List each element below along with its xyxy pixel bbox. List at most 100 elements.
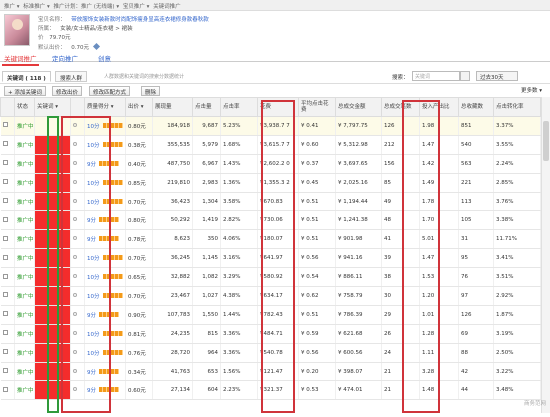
row-checkbox[interactable]	[0, 248, 15, 269]
keyword-cell[interactable]	[34, 173, 71, 193]
table-row[interactable]: 推广中 10分 0.70元 36,423 1,304 3.58% ¥670.83 ¥ 0.51…	[0, 192, 541, 212]
tab-targeted-promotion[interactable]: 定向推广	[50, 52, 80, 64]
keyword-cell[interactable]	[34, 343, 71, 363]
quality-score[interactable]: 9分	[84, 154, 126, 174]
breadcrumb-item[interactable]: 推广计划：推广 (无线端) ▾	[54, 4, 120, 10]
bid-value[interactable]: 0.60元	[125, 380, 153, 401]
checkbox[interactable]	[2, 198, 8, 203]
edit-icon[interactable]	[92, 42, 100, 51]
checkbox[interactable]	[2, 179, 8, 185]
bid-value[interactable]: 0.70元	[125, 248, 153, 269]
keyword-cell[interactable]	[34, 154, 71, 174]
search-input[interactable]: 关键词	[412, 71, 460, 81]
quality-score[interactable]: 10分	[84, 248, 126, 269]
table-row[interactable]: 推广中 9分 0.80元 50,292 1,419 2.82% ¥730.06 ¥ 0.51 ¥…	[0, 210, 541, 231]
row-checkbox[interactable]	[0, 210, 15, 231]
bid-value[interactable]: 0.65元	[125, 267, 153, 288]
keyword-cell[interactable]	[34, 135, 71, 155]
table-row[interactable]: 推广中 10分 0.80元 184,918 9,687 5.23% ¥3,938.7 7 ¥ …	[0, 116, 541, 136]
keyword-cell[interactable]	[34, 210, 71, 231]
checkbox[interactable]	[2, 216, 8, 222]
bid-value[interactable]: 0.34元	[125, 362, 153, 382]
tab-search-crowd[interactable]: 搜索人群	[55, 71, 88, 82]
checkbox[interactable]	[2, 235, 8, 241]
keyword-cell[interactable]	[34, 248, 71, 269]
row-checkbox[interactable]	[0, 192, 15, 212]
row-checkbox[interactable]	[0, 154, 15, 174]
row-checkbox[interactable]	[0, 362, 15, 382]
col-bid[interactable]: 出价 ▾	[125, 97, 153, 117]
quality-score[interactable]: 10分	[84, 135, 126, 155]
checkbox[interactable]	[2, 141, 8, 147]
product-title[interactable]: 带放服饰女装新款时尚配饰瘦身显高连衣裙修身款春秋款	[71, 17, 209, 23]
col-ctr[interactable]: 点击率	[220, 97, 258, 117]
checkbox[interactable]	[2, 330, 8, 336]
checkbox[interactable]	[2, 122, 8, 128]
row-checkbox[interactable]	[0, 135, 15, 155]
tab-keywords[interactable]: 关键词 ( 118 )	[2, 71, 51, 82]
keyword-cell[interactable]	[34, 380, 71, 401]
keyword-cell[interactable]	[34, 305, 71, 325]
keyword-cell[interactable]	[34, 362, 71, 382]
col-cpc[interactable]: 平均点击花费	[298, 97, 336, 117]
checkbox[interactable]	[2, 386, 8, 392]
keyword-cell[interactable]	[34, 267, 71, 288]
bid-value[interactable]: 0.76元	[125, 343, 153, 363]
bid-value[interactable]: 0.38元	[125, 135, 153, 155]
keyword-cell[interactable]	[34, 324, 71, 344]
col-status[interactable]: 状态	[14, 97, 35, 117]
row-checkbox[interactable]	[0, 343, 15, 363]
checkbox[interactable]	[2, 254, 8, 260]
bid-value[interactable]: 0.70元	[125, 192, 153, 212]
row-checkbox[interactable]	[0, 173, 15, 193]
quality-score[interactable]: 9分	[84, 229, 126, 250]
table-row[interactable]: 推广中 9分 0.78元 8,623 350 4.06% ¥180.07 ¥ 0.51 ¥ 90…	[0, 229, 541, 250]
row-checkbox[interactable]	[0, 267, 15, 288]
checkbox[interactable]	[2, 311, 8, 317]
col-orders[interactable]: 总成交笔数	[381, 97, 420, 117]
checkbox[interactable]	[2, 292, 8, 298]
bid-value[interactable]: 0.80元	[125, 210, 153, 231]
quality-score[interactable]: 10分	[84, 324, 126, 344]
keyword-cell[interactable]	[34, 286, 71, 306]
product-thumbnail[interactable]	[4, 14, 30, 46]
bid-value[interactable]: 0.40元	[125, 154, 153, 174]
quality-score[interactable]: 10分	[84, 192, 126, 212]
col-cvr[interactable]: 点击转化率	[493, 97, 541, 117]
breadcrumb-item[interactable]: 宝贝推广 ▾	[123, 4, 150, 10]
tab-creative[interactable]: 创意	[96, 52, 113, 64]
bid-value[interactable]: 0.90元	[125, 305, 153, 325]
checkbox[interactable]	[2, 368, 8, 374]
bid-value[interactable]: 0.70元	[125, 286, 153, 306]
modify-price-button[interactable]: 修改出价	[52, 86, 83, 96]
quality-score[interactable]: 10分	[84, 173, 126, 193]
col-quality-score[interactable]: 质量得分 ▾	[84, 97, 126, 117]
row-checkbox[interactable]	[0, 380, 15, 401]
bid-value[interactable]: 0.81元	[125, 324, 153, 344]
quality-score[interactable]: 10分	[84, 267, 126, 288]
col-clicks[interactable]: 点击量	[192, 97, 221, 117]
row-checkbox[interactable]	[0, 286, 15, 306]
row-checkbox[interactable]	[0, 305, 15, 325]
col-roi[interactable]: 投入产出比	[419, 97, 459, 117]
quality-score[interactable]: 10分	[84, 286, 126, 306]
bid-value[interactable]: 0.78元	[125, 229, 153, 250]
table-row[interactable]: 推广中 10分 0.38元 355,535 5,979 1.68% ¥3,615.7 7 ¥ …	[0, 135, 541, 155]
col-cost[interactable]: 花费	[257, 97, 299, 117]
scrollbar-thumb[interactable]	[543, 121, 549, 161]
col-keyword[interactable]: 关键词 ▾	[34, 97, 71, 117]
quality-score[interactable]: 10分	[84, 343, 126, 363]
date-range-button[interactable]: 过去30天	[476, 71, 518, 81]
bid-value[interactable]: 0.80元	[125, 116, 153, 136]
row-checkbox[interactable]	[0, 116, 15, 136]
quality-score[interactable]: 9分	[84, 305, 126, 325]
tab-keyword-promotion[interactable]: 关键词推广	[2, 52, 39, 66]
checkbox[interactable]	[2, 160, 8, 166]
modify-match-button[interactable]: 修改匹配方式	[89, 86, 131, 96]
table-row[interactable]: 推广中 10分 0.76元 28,720 964 3.36% ¥540.78 ¥ 0.56 ¥ …	[0, 343, 541, 363]
table-row[interactable]: 推广中 9分 0.90元 107,783 1,550 1.44% ¥782.43 ¥ 0.51…	[0, 305, 541, 325]
checkbox[interactable]	[2, 273, 8, 279]
breadcrumb-item[interactable]: 推广 ▾	[4, 4, 20, 10]
quality-score[interactable]: 10分	[84, 116, 126, 136]
more-data-dropdown[interactable]: 更多数 ▾	[521, 86, 542, 94]
